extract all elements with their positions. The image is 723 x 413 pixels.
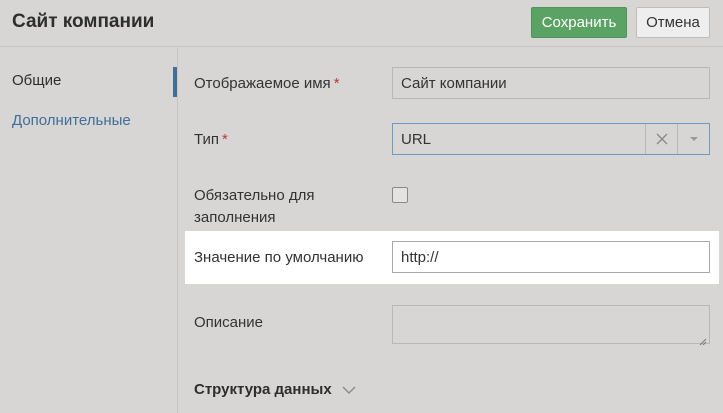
display-name-value: Сайт компании bbox=[401, 74, 507, 92]
type-label-text: Тип bbox=[194, 131, 220, 148]
sidebar-item-general[interactable]: Общие bbox=[12, 72, 61, 89]
required-mark: * bbox=[333, 75, 340, 92]
page-title: Сайт компании bbox=[12, 11, 155, 32]
data-structure-section[interactable]: Структура данных bbox=[194, 381, 356, 398]
header: Сайт компании Сохранить Отмена bbox=[0, 0, 723, 47]
chevron-down-icon[interactable] bbox=[342, 386, 356, 394]
close-icon[interactable] bbox=[645, 124, 677, 154]
active-indicator bbox=[173, 67, 177, 97]
data-structure-title: Структура данных bbox=[194, 381, 332, 398]
cancel-button[interactable]: Отмена bbox=[636, 7, 710, 38]
default-value-input[interactable]: http:// bbox=[392, 241, 710, 273]
required-label-line2: заполнения bbox=[194, 209, 276, 226]
display-name-label-text: Отображаемое имя bbox=[194, 75, 331, 92]
required-mark: * bbox=[222, 131, 228, 148]
default-value-text: http:// bbox=[401, 248, 439, 266]
description-textarea[interactable] bbox=[392, 305, 710, 346]
resize-handle-icon[interactable] bbox=[699, 333, 707, 346]
display-name-input[interactable]: Сайт компании bbox=[392, 67, 710, 99]
display-name-label: Отображаемое имя * bbox=[194, 73, 340, 95]
required-label-line1: Обязательно для bbox=[194, 187, 315, 204]
description-label: Описание bbox=[194, 314, 264, 331]
type-label: Тип * bbox=[194, 129, 228, 151]
type-value: URL bbox=[401, 130, 432, 148]
caret-down-icon[interactable] bbox=[677, 124, 709, 154]
required-checkbox[interactable] bbox=[392, 187, 408, 203]
sidebar-item-additional[interactable]: Дополнительные bbox=[12, 112, 131, 129]
sidebar: Общие Дополнительные bbox=[0, 48, 178, 413]
default-value-label: Значение по умолчанию bbox=[194, 249, 364, 266]
required-label: Обязательно для заполнения bbox=[194, 185, 314, 229]
save-button[interactable]: Сохранить bbox=[531, 7, 627, 38]
type-select[interactable]: URL bbox=[392, 123, 710, 155]
